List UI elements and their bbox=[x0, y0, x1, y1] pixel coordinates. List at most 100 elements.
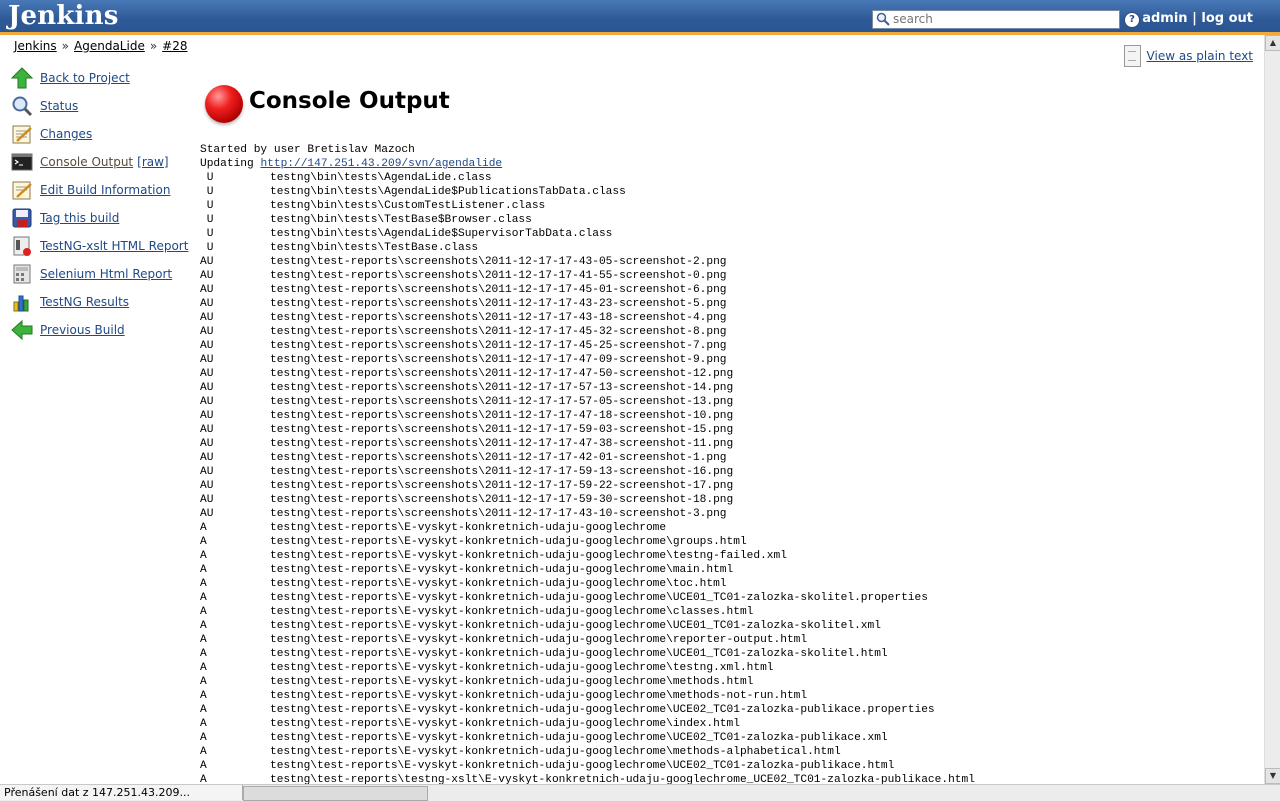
scroll-up-arrow-icon[interactable]: ▲ bbox=[1265, 35, 1280, 51]
file-path: testng\test-reports\screenshots\2011-12-… bbox=[270, 396, 734, 408]
save-icon bbox=[12, 208, 32, 228]
console-line: Atestng\test-reports\E-vyskyt-konkretnic… bbox=[200, 689, 975, 703]
breadcrumb: Jenkins » AgendaLide » #28 bbox=[14, 39, 188, 53]
sidebar-item-status[interactable]: Status bbox=[11, 95, 196, 123]
sidebar-item-label[interactable]: Changes bbox=[40, 127, 92, 141]
console-line: AU testng\test-reports\screenshots\2011-1… bbox=[200, 479, 975, 493]
sidebar-item-label[interactable]: Previous Build bbox=[40, 323, 125, 337]
console-raw-link[interactable]: [raw] bbox=[137, 155, 168, 169]
svn-status-code: AU bbox=[200, 298, 214, 310]
file-path: testng\test-reports\E-vyskyt-konkretnich… bbox=[270, 718, 740, 730]
sidebar-item-label[interactable]: TestNG-xslt HTML Report bbox=[40, 239, 188, 253]
file-path: testng\test-reports\E-vyskyt-konkretnich… bbox=[270, 578, 727, 590]
breadcrumb-build[interactable]: #28 bbox=[162, 39, 187, 53]
console-line: Atestng\test-reports\E-vyskyt-konkretnic… bbox=[200, 717, 975, 731]
breadcrumb-project[interactable]: AgendaLide bbox=[74, 39, 145, 53]
sidebar-item-label[interactable]: Selenium Html Report bbox=[40, 267, 172, 281]
sidebar-tasks: Back to Project Status Changes Console O… bbox=[11, 67, 196, 347]
file-path: testng\bin\tests\AgendaLide$SupervisorTa… bbox=[270, 228, 613, 240]
console-line: Atestng\test-reports\E-vyskyt-konkretnic… bbox=[200, 703, 975, 717]
login-area: admin | log out bbox=[1142, 11, 1253, 26]
console-line: AU testng\test-reports\screenshots\2011-1… bbox=[200, 311, 975, 325]
console-line: Atestng\test-reports\E-vyskyt-konkretnic… bbox=[200, 661, 975, 675]
scroll-down-arrow-icon[interactable]: ▼ bbox=[1265, 768, 1280, 784]
sidebar-item-testng-results[interactable]: TestNG Results bbox=[11, 291, 196, 319]
sidebar-item-testng-xslt-report[interactable]: TestNG-xslt HTML Report bbox=[11, 235, 196, 263]
terminal-icon bbox=[11, 153, 33, 171]
svn-status-code: U bbox=[200, 214, 214, 226]
help-icon[interactable]: ? bbox=[1124, 12, 1140, 28]
breadcrumb-separator: » bbox=[149, 39, 158, 53]
sidebar-item-changes[interactable]: Changes bbox=[11, 123, 196, 151]
svn-status-code: AU bbox=[200, 256, 214, 268]
sidebar-item-edit-build-information[interactable]: Edit Build Information bbox=[11, 179, 196, 207]
svn-status-code: U bbox=[200, 242, 214, 254]
sidebar-item-label[interactable]: Back to Project bbox=[40, 71, 130, 85]
console-line: AU testng\test-reports\screenshots\2011-1… bbox=[200, 465, 975, 479]
svn-status-code: A bbox=[200, 578, 207, 590]
status-text: Přenášení dat z 147.251.43.209... bbox=[0, 785, 243, 800]
console-line: Atestng\test-reports\E-vyskyt-konkretnic… bbox=[200, 619, 975, 633]
file-path: testng\test-reports\screenshots\2011-12-… bbox=[270, 256, 727, 268]
sidebar-item-console-output[interactable]: Console Output [raw] bbox=[11, 151, 196, 179]
file-path: testng\test-reports\E-vyskyt-konkretnich… bbox=[270, 564, 734, 576]
plain-text-link-area: View as plain text bbox=[1123, 45, 1253, 69]
svn-status-code: A bbox=[200, 746, 207, 758]
horizontal-scrollbar-thumb[interactable] bbox=[243, 786, 428, 801]
build-status-ball-icon bbox=[205, 85, 243, 123]
file-path: testng\test-reports\screenshots\2011-12-… bbox=[270, 438, 734, 450]
file-path: testng\test-reports\E-vyskyt-konkretnich… bbox=[270, 592, 928, 604]
sidebar-item-label[interactable]: Tag this build bbox=[40, 211, 119, 225]
console-line: AU testng\test-reports\screenshots\2011-1… bbox=[200, 367, 975, 381]
search-box[interactable] bbox=[872, 10, 1120, 29]
file-path: testng\test-reports\screenshots\2011-12-… bbox=[270, 284, 727, 296]
svn-status-code: A bbox=[200, 732, 207, 744]
console-line: Utestng\bin\tests\TestBase.class bbox=[200, 241, 975, 255]
svn-status-code: AU bbox=[200, 494, 214, 506]
console-line: AU testng\test-reports\screenshots\2011-1… bbox=[200, 409, 975, 423]
breadcrumb-jenkins[interactable]: Jenkins bbox=[14, 39, 57, 53]
console-line: AU testng\test-reports\screenshots\2011-1… bbox=[200, 283, 975, 297]
document-icon bbox=[1123, 45, 1141, 67]
view-plain-text-link[interactable]: View as plain text bbox=[1147, 49, 1253, 63]
svn-status-code: U bbox=[200, 186, 214, 198]
file-path: testng\bin\tests\AgendaLide.class bbox=[270, 172, 492, 184]
svn-url-link[interactable]: http://147.251.43.209/svn/agendalide bbox=[260, 158, 502, 170]
file-path: testng\test-reports\screenshots\2011-12-… bbox=[270, 270, 727, 282]
sidebar-item-label[interactable]: Edit Build Information bbox=[40, 183, 170, 197]
console-line: Utestng\bin\tests\AgendaLide$SupervisorT… bbox=[200, 227, 975, 241]
sidebar-item-label[interactable]: Status bbox=[40, 99, 78, 113]
console-line: Atestng\test-reports\E-vyskyt-konkretnic… bbox=[200, 535, 975, 549]
file-path: testng\test-reports\screenshots\2011-12-… bbox=[270, 466, 734, 478]
sidebar-item-back-to-project[interactable]: Back to Project bbox=[11, 67, 196, 95]
svn-status-code: AU bbox=[200, 480, 214, 492]
svn-status-code: U bbox=[200, 228, 214, 240]
file-path: testng\test-reports\screenshots\2011-12-… bbox=[270, 340, 727, 352]
logout-link[interactable]: log out bbox=[1201, 11, 1253, 26]
jenkins-logo[interactable]: Jenkins bbox=[8, 1, 119, 31]
vertical-scrollbar[interactable]: ▲ ▼ bbox=[1264, 35, 1280, 784]
search-input[interactable] bbox=[893, 11, 1115, 27]
svn-status-code: U bbox=[200, 200, 214, 212]
magnifier-icon bbox=[12, 96, 33, 117]
svn-status-code: AU bbox=[200, 508, 214, 520]
notepad-pencil-icon bbox=[12, 181, 32, 200]
console-line: Updating http://147.251.43.209/svn/agend… bbox=[200, 157, 975, 171]
sidebar-item-label[interactable]: TestNG Results bbox=[40, 295, 129, 309]
sidebar-item-selenium-report[interactable]: Selenium Html Report bbox=[11, 263, 196, 291]
svn-status-code: AU bbox=[200, 340, 214, 352]
svn-status-code: A bbox=[200, 522, 207, 534]
file-path: testng\bin\tests\TestBase.class bbox=[270, 242, 479, 254]
console-line: Atestng\test-reports\E-vyskyt-konkretnic… bbox=[200, 563, 975, 577]
console-line: Atestng\test-reports\E-vyskyt-konkretnic… bbox=[200, 591, 975, 605]
sidebar-item-label: Console Output [raw] bbox=[40, 155, 169, 169]
svn-status-code: A bbox=[200, 620, 207, 632]
notepad-icon bbox=[12, 125, 32, 144]
sidebar-item-previous-build[interactable]: Previous Build bbox=[11, 319, 196, 347]
sidebar-item-tag-this-build[interactable]: Tag this build bbox=[11, 207, 196, 235]
console-line: Atestng\test-reports\E-vyskyt-konkretnic… bbox=[200, 521, 975, 535]
svn-status-code: AU bbox=[200, 326, 214, 338]
console-line: Utestng\bin\tests\AgendaLide$Publication… bbox=[200, 185, 975, 199]
file-path: testng\test-reports\screenshots\2011-12-… bbox=[270, 410, 734, 422]
user-link[interactable]: admin bbox=[1142, 11, 1187, 26]
